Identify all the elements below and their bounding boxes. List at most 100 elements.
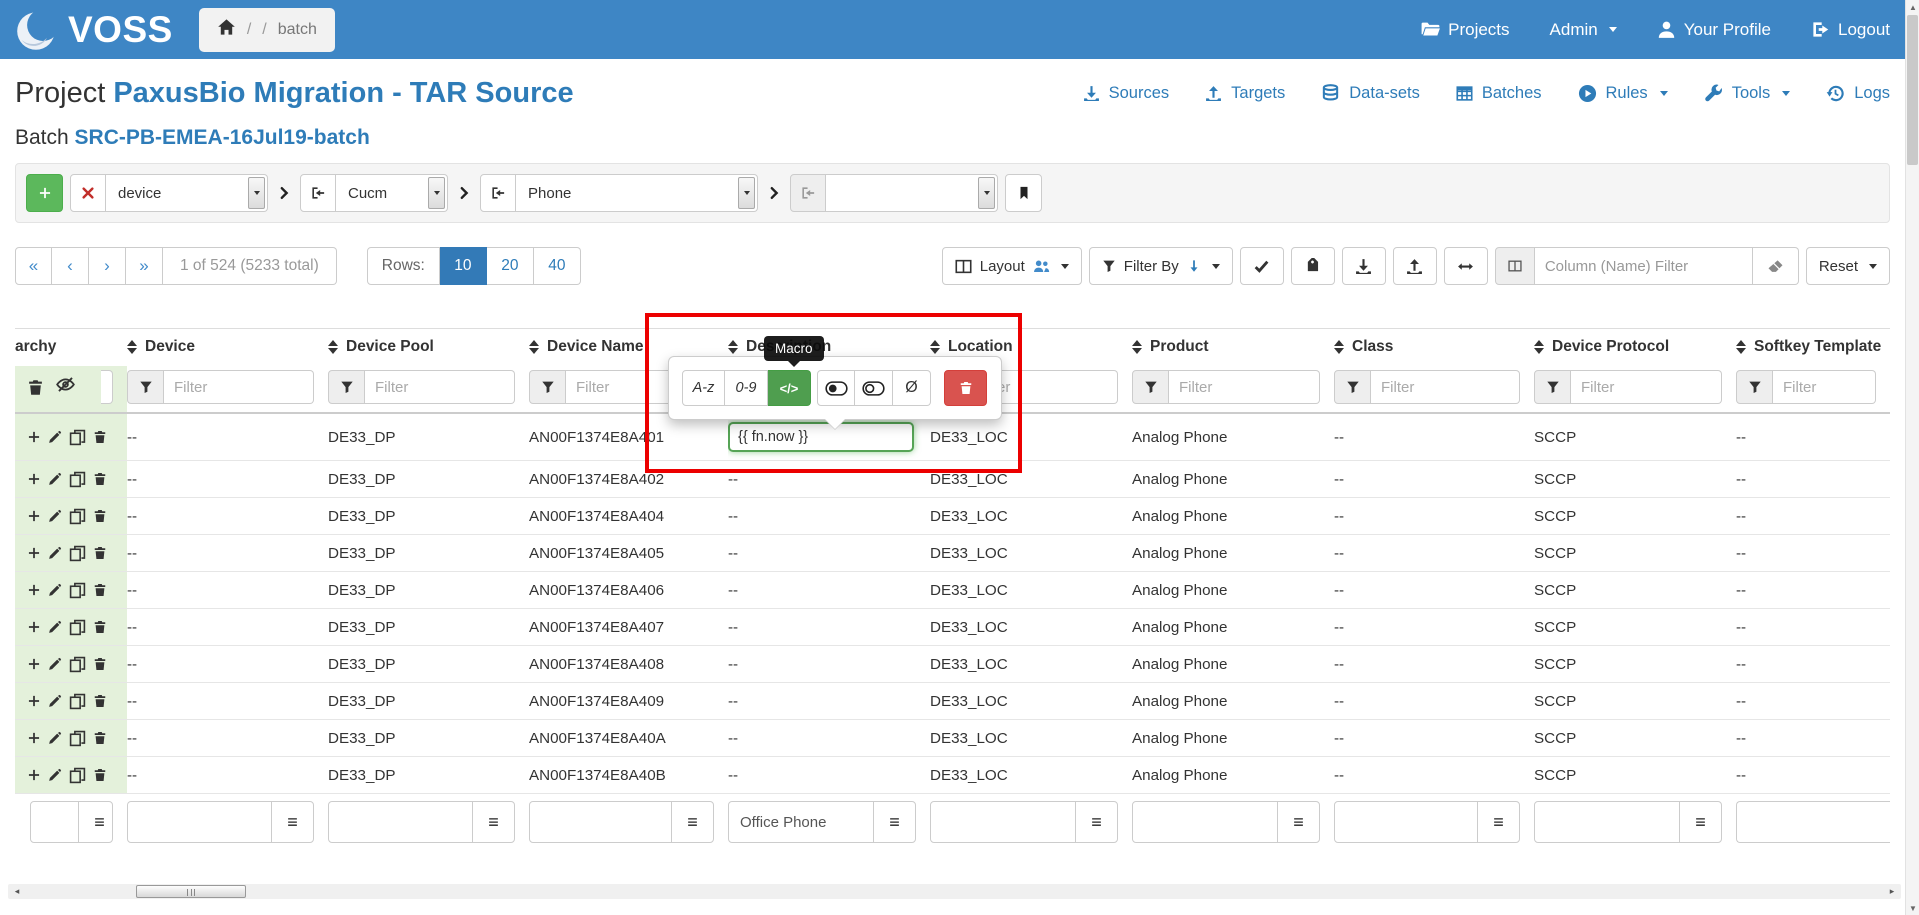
hamburger-icon[interactable]: ≡ <box>1477 802 1519 842</box>
model-select[interactable]: device <box>106 174 268 212</box>
nav-projects[interactable]: Projects <box>1421 20 1509 40</box>
subnav-logs[interactable]: Logs <box>1826 84 1890 103</box>
nav-your-profile[interactable]: Your Profile <box>1657 20 1771 40</box>
column-header-device-pool[interactable]: Device Pool <box>328 329 529 367</box>
edit-row-icon[interactable] <box>48 768 62 782</box>
filter-input-device-pool[interactable] <box>365 370 515 404</box>
add-row-icon[interactable] <box>27 583 41 597</box>
edit-row-icon[interactable] <box>48 472 62 486</box>
copy-row-icon[interactable] <box>69 429 86 446</box>
add-row-icon[interactable] <box>27 472 41 486</box>
import-file-button[interactable] <box>1393 247 1437 285</box>
macro-input[interactable] <box>728 422 914 452</box>
edit-row-icon[interactable] <box>48 546 62 560</box>
mass-edit-softkey-template-input[interactable] <box>1737 802 1890 842</box>
delete-row-icon[interactable] <box>93 694 107 708</box>
next-page-button[interactable]: › <box>89 247 126 285</box>
subnav-batches[interactable]: Batches <box>1456 84 1542 103</box>
bookmark-button[interactable] <box>1005 174 1042 212</box>
delete-row-icon[interactable] <box>93 430 107 444</box>
copy-row-icon[interactable] <box>69 693 86 710</box>
delete-row-icon[interactable] <box>93 546 107 560</box>
edit-row-icon[interactable] <box>48 430 62 444</box>
mass-edit-location-input[interactable] <box>931 802 1075 842</box>
subnav-data-sets[interactable]: Data-sets <box>1321 84 1420 103</box>
scroll-up-arrow-icon[interactable]: ▲ <box>1906 0 1919 14</box>
add-row-icon[interactable] <box>27 430 41 444</box>
clear-filter-button[interactable] <box>1753 247 1799 285</box>
macro-mode-button[interactable]: </> <box>768 370 811 406</box>
add-row-icon[interactable] <box>27 768 41 782</box>
column-filter-input[interactable] <box>1535 247 1753 285</box>
toggle-off-button[interactable] <box>855 370 893 406</box>
mass-edit-class-input[interactable] <box>1335 802 1477 842</box>
rows-option-20[interactable]: 20 <box>487 247 534 285</box>
copy-row-icon[interactable] <box>69 619 86 636</box>
filter-input-product[interactable] <box>1169 370 1320 404</box>
add-row-icon[interactable] <box>27 620 41 634</box>
hamburger-icon[interactable]: ≡ <box>873 802 915 842</box>
last-page-button[interactable]: » <box>126 247 163 285</box>
mass-edit-hierarchy-input[interactable] <box>31 802 78 842</box>
vertical-scrollbar[interactable]: ▲ ▼ <box>1905 0 1919 915</box>
apply-button[interactable] <box>1240 247 1284 285</box>
copy-row-icon[interactable] <box>69 508 86 525</box>
copy-row-icon[interactable] <box>69 582 86 599</box>
rows-option-40[interactable]: 40 <box>534 247 581 285</box>
cucm-select[interactable]: Cucm <box>336 174 448 212</box>
delete-row-icon[interactable] <box>93 472 107 486</box>
horizontal-scrollbar-thumb[interactable] <box>136 885 246 898</box>
delete-row-icon[interactable] <box>93 731 107 745</box>
vertical-scrollbar-thumb[interactable] <box>1907 15 1918 165</box>
filter-input-device-protocol[interactable] <box>1571 370 1722 404</box>
toggle-on-button[interactable] <box>817 370 855 406</box>
tag-button[interactable] <box>1291 247 1335 285</box>
subnav-tools[interactable]: Tools <box>1704 84 1791 103</box>
rows-option-10[interactable]: 10 <box>440 247 487 285</box>
edit-row-icon[interactable] <box>48 620 62 634</box>
mass-edit-device-input[interactable] <box>128 802 271 842</box>
column-header-product[interactable]: Product <box>1132 329 1334 367</box>
copy-row-icon[interactable] <box>69 471 86 488</box>
hamburger-icon[interactable]: ≡ <box>671 802 713 842</box>
nav-logout[interactable]: Logout <box>1811 20 1890 40</box>
reset-button[interactable]: Reset <box>1806 247 1890 285</box>
delete-row-icon[interactable] <box>93 768 107 782</box>
first-page-button[interactable]: « <box>15 247 52 285</box>
scroll-left-arrow-icon[interactable]: ◂ <box>10 884 24 899</box>
import-icon[interactable] <box>480 174 516 212</box>
copy-row-icon[interactable] <box>69 767 86 784</box>
horizontal-scrollbar[interactable]: ◂ ▸ <box>8 884 1901 899</box>
home-icon[interactable] <box>217 18 236 42</box>
phone-select[interactable]: Phone <box>516 174 758 212</box>
alpha-mode-button[interactable]: A-z <box>682 370 725 406</box>
edit-row-icon[interactable] <box>48 583 62 597</box>
numeric-mode-button[interactable]: 0-9 <box>725 370 768 406</box>
mass-edit-device-name-input[interactable] <box>530 802 671 842</box>
batch-link[interactable]: SRC-PB-EMEA-16Jul19-batch <box>75 126 370 149</box>
copy-row-icon[interactable] <box>69 656 86 673</box>
mass-edit-product-input[interactable] <box>1133 802 1277 842</box>
delete-row-icon[interactable] <box>93 620 107 634</box>
bulk-delete-icon[interactable] <box>27 379 44 396</box>
copy-row-icon[interactable] <box>69 545 86 562</box>
prev-page-button[interactable]: ‹ <box>52 247 89 285</box>
copy-row-icon[interactable] <box>69 730 86 747</box>
filter-by-button[interactable]: Filter By <box>1089 247 1233 285</box>
edit-row-icon[interactable] <box>48 694 62 708</box>
delete-value-button[interactable] <box>944 370 987 406</box>
hamburger-icon[interactable]: ≡ <box>1679 802 1721 842</box>
add-row-icon[interactable] <box>27 657 41 671</box>
hamburger-icon[interactable]: ≡ <box>1277 802 1319 842</box>
delete-row-icon[interactable] <box>93 509 107 523</box>
add-row-icon[interactable] <box>27 546 41 560</box>
hamburger-icon[interactable]: ≡ <box>472 802 514 842</box>
null-value-button[interactable]: Ø <box>893 370 931 406</box>
filter-input-class[interactable] <box>1371 370 1520 404</box>
column-header-softkey-template[interactable]: Softkey Template <box>1736 329 1890 367</box>
column-header-hierarchy[interactable]: archy <box>15 329 127 367</box>
column-header-class[interactable]: Class <box>1334 329 1534 367</box>
add-row-icon[interactable] <box>27 509 41 523</box>
import-icon[interactable] <box>300 174 336 212</box>
hamburger-icon[interactable]: ≡ <box>1075 802 1117 842</box>
